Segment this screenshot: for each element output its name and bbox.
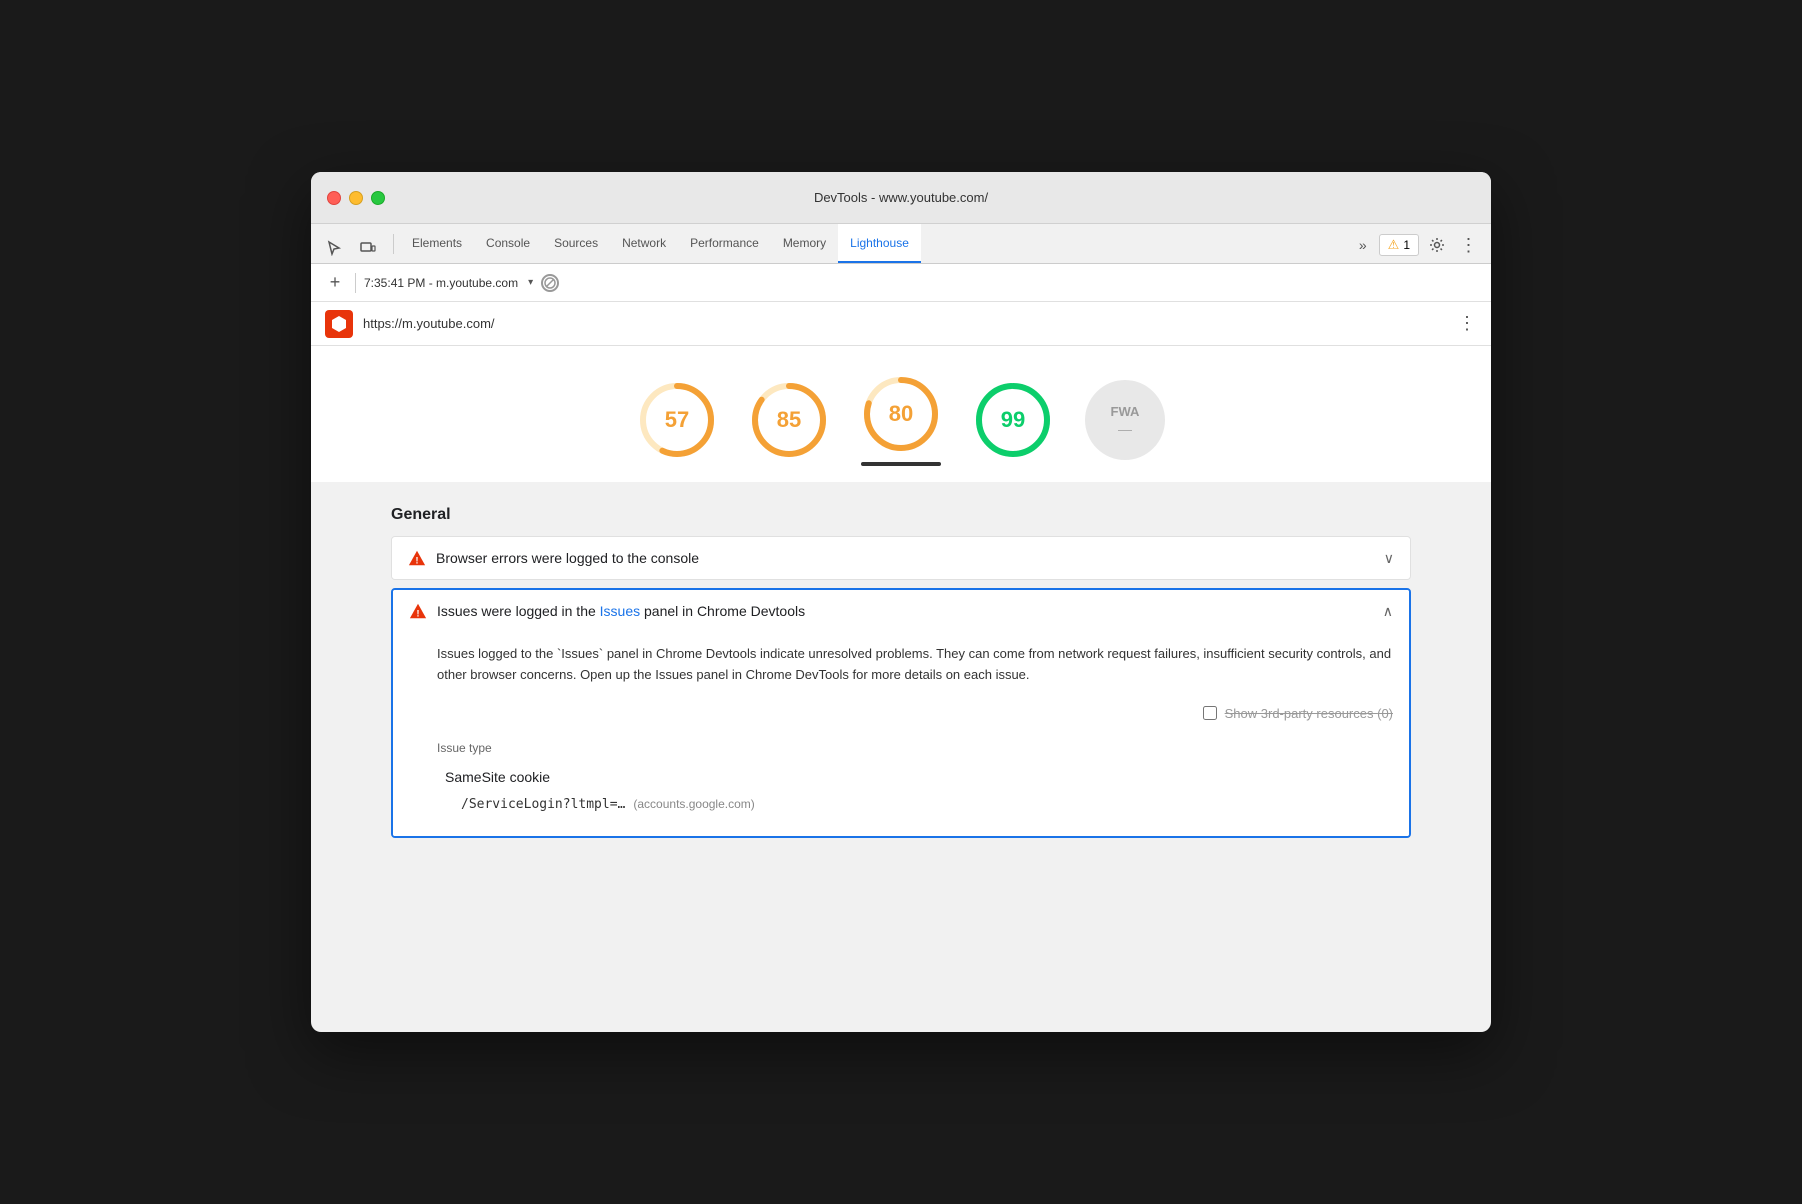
secondary-bar: + 7:35:41 PM - m.youtube.com ▾	[311, 264, 1491, 302]
more-tabs-button[interactable]: »	[1351, 231, 1375, 259]
accordion-header-browser-errors[interactable]: ! Browser errors were logged to the cons…	[392, 537, 1410, 579]
score-performance[interactable]: 57	[637, 380, 717, 460]
accordion-title-issues-logged: Issues were logged in the Issues panel i…	[437, 603, 1373, 619]
tab-sources[interactable]: Sources	[542, 224, 610, 263]
devtools-window: DevTools - www.youtube.com/ Elements Con…	[311, 172, 1491, 1032]
block-icon[interactable]	[541, 274, 559, 292]
main-scroll-container[interactable]: 57 85 80	[311, 346, 1491, 1032]
score-99-value: 99	[1001, 407, 1025, 433]
show-3rd-party-label: Show 3rd-party resources (0)	[1225, 706, 1393, 721]
bottom-spacer	[391, 846, 1411, 886]
svg-text:!: !	[416, 555, 419, 565]
accordion-title-browser-errors: Browser errors were logged to the consol…	[436, 550, 1374, 566]
warning-icon: ⚠	[1388, 237, 1400, 253]
issue-url: /ServiceLogin?ltmpl=…	[461, 797, 625, 812]
timestamp: 7:35:41 PM - m.youtube.com	[364, 276, 518, 290]
accordion-body-issues-logged: Issues logged to the `Issues` panel in C…	[393, 632, 1409, 836]
tab-lighthouse[interactable]: Lighthouse	[838, 224, 921, 263]
scores-area: 57 85 80	[311, 346, 1491, 482]
score-80-value: 80	[889, 401, 913, 427]
close-button[interactable]	[327, 191, 341, 205]
active-score-indicator	[861, 462, 941, 466]
score-85-value: 85	[777, 407, 801, 433]
score-57-value: 57	[665, 407, 689, 433]
accordion-browser-errors: ! Browser errors were logged to the cons…	[391, 536, 1411, 580]
device-toggle-icon[interactable]	[353, 233, 383, 263]
accordion-header-issues-logged[interactable]: ! Issues were logged in the Issues panel…	[393, 590, 1409, 632]
more-options-button[interactable]: ⋮	[1455, 231, 1483, 259]
general-section: General ! Browser errors were logged to …	[311, 482, 1491, 886]
score-best-practices-container: 80	[861, 374, 941, 466]
issue-url-row: /ServiceLogin?ltmpl=… (accounts.google.c…	[437, 793, 1393, 816]
lighthouse-bar: https://m.youtube.com/ ⋮	[311, 302, 1491, 346]
maximize-button[interactable]	[371, 191, 385, 205]
svg-text:!: !	[417, 608, 420, 618]
warning-count: 1	[1403, 238, 1410, 252]
fwa-label: FWA	[1111, 404, 1140, 419]
lighthouse-more-button[interactable]: ⋮	[1458, 313, 1477, 334]
show-3rd-party-row: Show 3rd-party resources (0)	[437, 706, 1393, 721]
tab-elements[interactable]: Elements	[400, 224, 474, 263]
cursor-icon[interactable]	[319, 233, 349, 263]
minimize-button[interactable]	[349, 191, 363, 205]
window-title: DevTools - www.youtube.com/	[814, 190, 988, 205]
accordion-issues-logged: ! Issues were logged in the Issues panel…	[391, 588, 1411, 838]
chevron-down-icon-1: ∨	[1384, 550, 1394, 567]
lighthouse-url: https://m.youtube.com/	[363, 316, 1448, 331]
tab-performance[interactable]: Performance	[678, 224, 771, 263]
show-3rd-party-checkbox[interactable]	[1203, 706, 1217, 720]
add-button[interactable]: +	[323, 272, 347, 293]
tab-network[interactable]: Network	[610, 224, 678, 263]
chevron-up-icon-2: ∧	[1383, 603, 1393, 620]
warning-triangle-icon-1: !	[408, 549, 426, 567]
tab-console[interactable]: Console	[474, 224, 542, 263]
devtools-tabs-bar: Elements Console Sources Network Perform…	[311, 224, 1491, 264]
tab-separator-1	[393, 234, 394, 254]
issue-type-name: SameSite cookie	[445, 769, 550, 785]
fwa-dash: —	[1118, 421, 1132, 437]
tab-memory[interactable]: Memory	[771, 224, 838, 263]
issues-link[interactable]: Issues	[600, 603, 640, 619]
issue-type-label: Issue type	[437, 737, 1393, 763]
lighthouse-icon	[325, 310, 353, 338]
issue-domain: (accounts.google.com)	[633, 797, 754, 811]
section-title-general: General	[391, 482, 1411, 536]
accordion-description: Issues logged to the `Issues` panel in C…	[437, 644, 1393, 686]
traffic-lights	[327, 191, 385, 205]
score-seo[interactable]: 99	[973, 380, 1053, 460]
settings-button[interactable]	[1423, 231, 1451, 259]
title-bar: DevTools - www.youtube.com/	[311, 172, 1491, 224]
score-accessibility[interactable]: 85	[749, 380, 829, 460]
issue-type-item: SameSite cookie	[437, 763, 1393, 793]
secondary-separator	[355, 273, 356, 293]
score-pwa[interactable]: FWA —	[1085, 380, 1165, 460]
timestamp-dropdown[interactable]: ▾	[528, 277, 533, 288]
warning-triangle-icon-2: !	[409, 602, 427, 620]
score-best-practices[interactable]: 80	[861, 374, 941, 454]
warning-badge[interactable]: ⚠ 1	[1379, 234, 1419, 256]
